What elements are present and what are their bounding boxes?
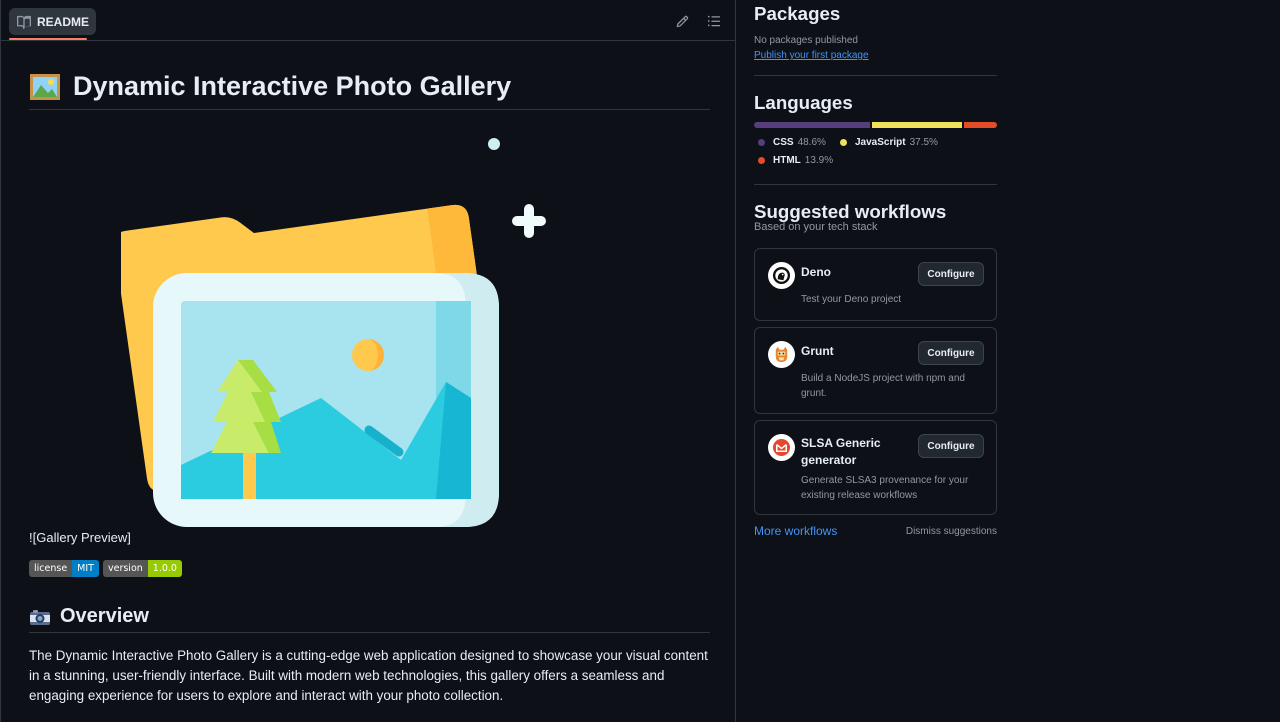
pencil-icon	[676, 15, 688, 27]
language-dot	[840, 139, 847, 146]
language-bar	[754, 122, 997, 128]
slsa-icon	[768, 434, 795, 461]
table-of-contents-button[interactable]	[703, 10, 725, 32]
language-percent: 48.6%	[797, 137, 826, 148]
packages-heading: Packages	[754, 3, 841, 24]
book-icon	[17, 15, 31, 29]
workflows-subheading: Based on your tech stack	[754, 221, 878, 233]
workflows-section: Suggested workflows Based on your tech s…	[754, 201, 997, 538]
readme-panel: README Dynamic Interactive Photo Gallery	[0, 0, 736, 722]
language-item-html[interactable]: HTML 13.9%	[758, 155, 833, 166]
language-bar-css	[754, 122, 871, 128]
workflow-description: Generate SLSA3 provenance for your exist…	[801, 475, 969, 501]
readme-tab-label: README	[37, 14, 90, 29]
languages-section: Languages CSS 48.6% JavaScript 37.5% HTM…	[754, 92, 997, 185]
readme-title: Dynamic Interactive Photo Gallery	[29, 68, 710, 110]
workflow-description: Build a NodeJS project with npm and grun…	[801, 373, 965, 399]
language-item-css[interactable]: CSS 48.6%	[758, 137, 826, 148]
configure-button[interactable]: Configure	[918, 434, 984, 458]
packages-section: Packages No packages published Publish y…	[754, 3, 997, 76]
language-bar-javascript	[872, 122, 962, 128]
grunt-icon	[768, 341, 795, 368]
workflow-card-deno: Deno Configure Test your Deno project	[754, 248, 997, 321]
badge-label: version	[102, 560, 148, 577]
deno-icon	[768, 262, 795, 289]
language-dot	[758, 157, 765, 164]
workflow-name: Grunt	[801, 344, 834, 358]
language-name: JavaScript	[855, 137, 906, 148]
image-alt-text: ![Gallery Preview]	[29, 530, 131, 545]
badge-row: license MIT version 1.0.0	[29, 560, 182, 577]
badge-value: 1.0.0	[147, 560, 182, 577]
language-name: HTML	[773, 155, 801, 166]
gallery-preview-image	[121, 138, 546, 527]
readme-tab[interactable]: README	[9, 8, 97, 35]
workflows-heading: Suggested workflows	[754, 201, 947, 222]
language-percent: 13.9%	[804, 155, 834, 166]
language-bar-html	[963, 122, 997, 128]
workflow-name: Deno	[801, 265, 831, 279]
configure-button[interactable]: Configure	[918, 262, 984, 286]
languages-heading: Languages	[754, 92, 853, 113]
framed-picture-icon	[30, 74, 60, 100]
language-percent: 37.5%	[909, 137, 938, 148]
overview-heading: Overview	[29, 602, 710, 633]
language-name: CSS	[773, 137, 794, 148]
badge-label: license	[29, 560, 73, 577]
license-badge[interactable]: license MIT	[29, 560, 99, 577]
active-tab-indicator	[9, 38, 87, 40]
no-packages-text: No packages published	[754, 35, 858, 46]
overview-heading-text: Overview	[60, 605, 149, 627]
badge-value: MIT	[72, 560, 99, 577]
workflow-card-grunt: Grunt Configure Build a NodeJS project w…	[754, 327, 997, 414]
list-icon	[707, 15, 721, 27]
edit-file-button[interactable]	[671, 10, 693, 32]
dismiss-suggestions-button[interactable]: Dismiss suggestions	[906, 526, 997, 537]
more-workflows-link[interactable]: More workflows	[754, 524, 837, 538]
workflow-name: SLSA Generic generator	[801, 436, 881, 467]
language-dot	[758, 139, 765, 146]
readme-header: README	[1, 0, 735, 41]
readme-title-text: Dynamic Interactive Photo Gallery	[73, 71, 512, 101]
camera-icon	[30, 610, 50, 625]
configure-button[interactable]: Configure	[918, 341, 984, 365]
language-item-javascript[interactable]: JavaScript 37.5%	[840, 137, 938, 148]
publish-package-link[interactable]: Publish your first package	[754, 50, 869, 61]
overview-paragraph: The Dynamic Interactive Photo Gallery is…	[29, 648, 708, 703]
version-badge[interactable]: version 1.0.0	[102, 560, 182, 577]
workflow-card-slsa: SLSA Generic generator Configure Generat…	[754, 420, 997, 515]
workflow-description: Test your Deno project	[801, 294, 902, 305]
